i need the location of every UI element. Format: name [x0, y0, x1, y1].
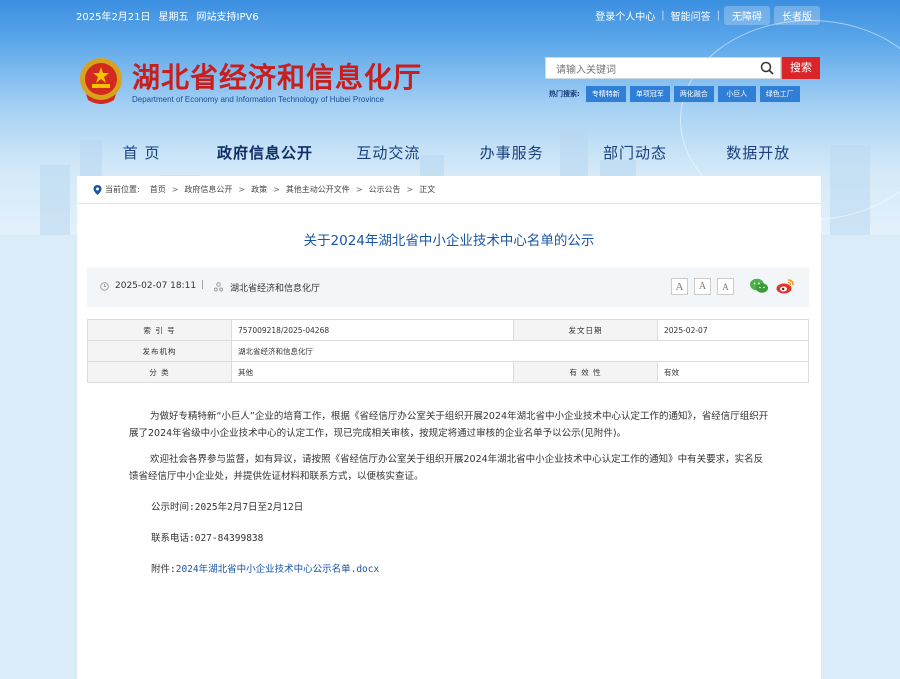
nav-gov-info[interactable]: 政府信息公开 [203, 141, 326, 165]
breadcrumb-label: 当前位置: [105, 185, 140, 194]
attachment-link[interactable]: 2024年湖北省中小企业技术中心公示名单.docx [176, 564, 379, 575]
smart-qa-link[interactable]: 智能问答 [665, 8, 717, 23]
meta-separator: | [201, 280, 205, 290]
table-value: 有效 [657, 361, 809, 383]
weekday: 星期五 [158, 12, 189, 23]
site-title: 湖北省经济和信息化厅 [132, 61, 423, 94]
date-info: 2025年2月21日 星期五 网站支持IPV6 [76, 8, 267, 23]
top-links: 登录个人中心 | 智能问答 | 无障碍 长者版 [589, 6, 820, 25]
table-value: 湖北省经济和信息化厅 [231, 340, 809, 362]
site-subtitle: Department of Economy and Information Te… [132, 95, 384, 104]
login-link[interactable]: 登录个人中心 [589, 8, 661, 23]
hot-search-label: 热门搜索: [549, 90, 580, 98]
breadcrumb-arrow-icon: > [238, 185, 246, 194]
nav-interaction[interactable]: 互动交流 [327, 141, 450, 165]
breadcrumb-item[interactable]: 政策 [251, 184, 267, 195]
hot-tag[interactable]: 专精特新 [585, 86, 626, 102]
table-value: 757009218/2025-04268 [231, 319, 514, 341]
breadcrumb-item[interactable]: 其他主动公开文件 [286, 184, 350, 195]
breadcrumb: 当前位置: 首页 > 政府信息公开 > 政策 > 其他主动公开文件 > 公示公告… [93, 184, 435, 195]
table-label: 有 效 性 [513, 361, 658, 383]
nav-open-data[interactable]: 数据开放 [697, 141, 820, 165]
ipv6-notice: 网站支持IPV6 [196, 12, 259, 23]
hot-tag[interactable]: 两化融合 [673, 86, 714, 102]
clock-icon [100, 282, 109, 291]
body-paragraph: 为做好专精特新“小巨人”企业的培育工作，根据《省经信厅办公室关于组织开展2024… [129, 411, 769, 439]
notice-period: 公示时间:2025年2月7日至2月12日 [151, 502, 304, 513]
table-row: 分 类 其他 有 效 性 有效 [87, 361, 809, 383]
organization-icon [214, 282, 223, 292]
main-nav: 首 页 政府信息公开 互动交流 办事服务 部门动态 数据开放 [80, 141, 820, 165]
table-label: 索 引 号 [87, 319, 232, 341]
breadcrumb-item[interactable]: 公示公告 [369, 184, 401, 195]
weibo-share-icon[interactable] [775, 277, 795, 295]
table-label: 分 类 [87, 361, 232, 383]
current-date: 2025年2月21日 [76, 12, 151, 23]
table-value: 2025-02-07 [657, 319, 809, 341]
search-icon[interactable] [760, 61, 774, 75]
table-label: 发文日期 [513, 319, 658, 341]
top-bar: 2025年2月21日 星期五 网站支持IPV6 登录个人中心 | 智能问答 | 无障… [0, 0, 900, 30]
body-paragraph: 欢迎社会各界参与监督，如有异议，请按照《省经信厅办公室关于组织开展2024年湖北… [129, 454, 764, 482]
document-info-table: 索 引 号 757009218/2025-04268 发文日期 2025-02-… [87, 319, 809, 383]
hot-search: 热门搜索: 专精特新 单项冠军 两化融合 小巨人 绿色工厂 [549, 86, 804, 102]
elder-mode-button[interactable]: 长者版 [774, 6, 820, 25]
nav-news[interactable]: 部门动态 [573, 141, 696, 165]
breadcrumb-item[interactable]: 政府信息公开 [184, 184, 232, 195]
attachment-line: 附件:2024年湖北省中小企业技术中心公示名单.docx [151, 561, 769, 578]
search-button[interactable]: 搜索 [782, 57, 820, 79]
font-size-large-button[interactable]: A [671, 278, 688, 295]
nav-services[interactable]: 办事服务 [450, 141, 573, 165]
location-pin-icon [93, 184, 102, 195]
breadcrumb-arrow-icon: > [273, 185, 280, 194]
breadcrumb-arrow-icon: > [406, 185, 414, 194]
divider: | [716, 10, 720, 21]
content-panel: 当前位置: 首页 > 政府信息公开 > 政策 > 其他主动公开文件 > 公示公告… [77, 176, 821, 679]
hot-tag[interactable]: 单项冠军 [629, 86, 670, 102]
table-value: 其他 [231, 361, 514, 383]
national-emblem-icon [80, 58, 122, 104]
breadcrumb-item: 正文 [419, 185, 436, 194]
article-meta-bar: 2025-02-07 18:11 | 湖北省经济和信息化厅 A A A [87, 267, 809, 307]
contact-phone: 联系电话:027-84399838 [151, 533, 264, 544]
hot-tag[interactable]: 绿色工厂 [759, 86, 800, 102]
hot-tag[interactable]: 小巨人 [717, 86, 756, 102]
attachment-label: 附件: [151, 564, 176, 575]
search-field [545, 57, 781, 81]
accessibility-button[interactable]: 无障碍 [724, 6, 770, 25]
divider [77, 203, 821, 204]
nav-home[interactable]: 首 页 [80, 141, 203, 165]
article-title: 关于2024年湖北省中小企业技术中心名单的公示 [303, 233, 595, 249]
wechat-share-icon[interactable] [749, 277, 769, 295]
table-row: 发布机构 湖北省经济和信息化厅 [87, 340, 809, 362]
publish-date: 2025-02-07 18:11 [115, 281, 197, 291]
breadcrumb-item[interactable]: 首页 [150, 184, 166, 195]
article-body: 为做好专精特新“小巨人”企业的培育工作，根据《省经信厅办公室关于组织开展2024… [129, 408, 769, 592]
font-size-medium-button[interactable]: A [694, 278, 711, 295]
table-label: 发布机构 [87, 340, 232, 362]
publish-source: 湖北省经济和信息化厅 [230, 284, 321, 294]
search-input[interactable] [546, 60, 746, 81]
breadcrumb-arrow-icon: > [355, 185, 363, 194]
breadcrumb-arrow-icon: > [171, 185, 179, 194]
table-row: 索 引 号 757009218/2025-04268 发文日期 2025-02-… [87, 319, 809, 341]
font-size-small-button[interactable]: A [717, 278, 734, 295]
